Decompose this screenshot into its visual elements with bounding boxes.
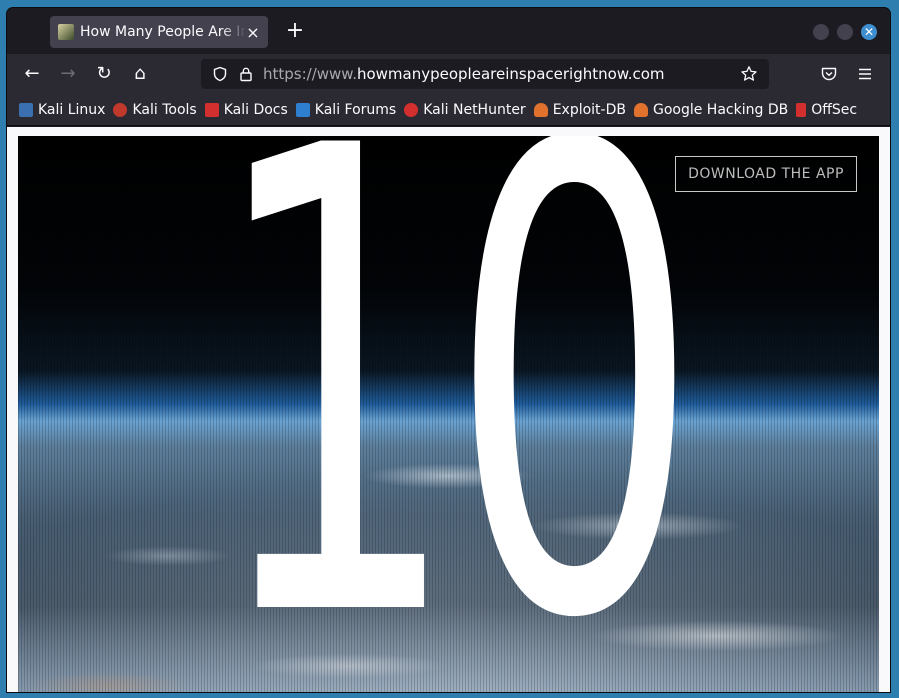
bookmark-label: Kali Linux [38, 101, 106, 118]
nethunter-icon [404, 102, 419, 117]
bookmark-kali-linux[interactable]: Kali Linux [19, 102, 105, 118]
navigation-toolbar: ← → ↻ ⌂ https://www.howmanypeopleareinsp… [7, 54, 890, 94]
earth-background: 10 DOWNLOAD THE APP [18, 136, 879, 692]
download-app-button[interactable]: DOWNLOAD THE APP [675, 156, 857, 192]
url-domain: howmanypeopleareinspacerightnow.com [356, 65, 665, 83]
bookmark-label: OffSec [811, 101, 858, 118]
back-button[interactable]: ← [20, 62, 44, 86]
browser-window: How Many People Are In Space Right Now ×… [7, 8, 890, 692]
page-viewport: 10 DOWNLOAD THE APP [7, 127, 890, 692]
tab-close-icon[interactable]: × [246, 23, 260, 42]
bookmark-label: Kali Tools [132, 101, 197, 118]
site-favicon-icon [58, 24, 74, 40]
tab-title: How Many People Are In Space Right Now [80, 24, 246, 40]
url-prefix: https://www. [263, 65, 357, 83]
tab-strip: How Many People Are In Space Right Now ×… [7, 8, 890, 54]
bookmark-label: Google Hacking DB [652, 101, 789, 118]
bookmark-google-hacking-db[interactable]: Google Hacking DB [633, 101, 789, 118]
bookmark-kali-forums[interactable]: Kali Forums [295, 101, 397, 118]
url-text[interactable]: https://www.howmanypeopleareinspaceright… [263, 65, 739, 83]
pocket-icon[interactable] [817, 62, 841, 86]
ghdb-icon [633, 102, 648, 117]
close-window-button[interactable]: ✕ [861, 24, 877, 40]
bookmark-star-icon[interactable] [739, 64, 759, 84]
new-tab-button[interactable]: + [283, 20, 307, 44]
bookmark-kali-docs[interactable]: Kali Docs [204, 101, 288, 118]
forward-button[interactable]: → [56, 62, 80, 86]
kali-forums-icon [295, 102, 310, 117]
bookmark-label: Exploit-DB [552, 101, 626, 118]
offsec-icon [796, 102, 807, 117]
kali-docs-icon [204, 102, 219, 117]
active-tab[interactable]: How Many People Are In Space Right Now × [50, 16, 268, 48]
bookmark-kali-tools[interactable]: Kali Tools [113, 101, 197, 118]
people-count-display: 10 [18, 136, 879, 692]
reload-button[interactable]: ↻ [92, 62, 116, 86]
bookmark-label: Kali Docs [223, 101, 288, 118]
tracking-protection-shield-icon[interactable] [211, 65, 229, 83]
address-bar[interactable]: https://www.howmanypeopleareinspaceright… [201, 59, 769, 89]
exploit-db-icon [533, 102, 548, 117]
bookmarks-toolbar: Kali Linux Kali Tools Kali Docs Kali For… [7, 94, 890, 126]
kali-dragon-icon [19, 102, 33, 117]
lock-icon[interactable] [237, 65, 255, 83]
people-count-number: 10 [208, 136, 701, 692]
bookmark-label: Kali Forums [314, 101, 397, 118]
home-button[interactable]: ⌂ [128, 62, 152, 86]
bookmark-exploit-db[interactable]: Exploit-DB [533, 101, 626, 118]
bookmark-offsec[interactable]: OffSec [796, 102, 857, 118]
menu-hamburger-icon[interactable] [853, 62, 877, 86]
maximize-button[interactable] [837, 24, 853, 40]
bookmark-kali-nethunter[interactable]: Kali NetHunter [404, 101, 526, 118]
kali-tools-icon [113, 102, 128, 117]
bookmark-label: Kali NetHunter [423, 101, 526, 118]
minimize-button[interactable] [813, 24, 829, 40]
